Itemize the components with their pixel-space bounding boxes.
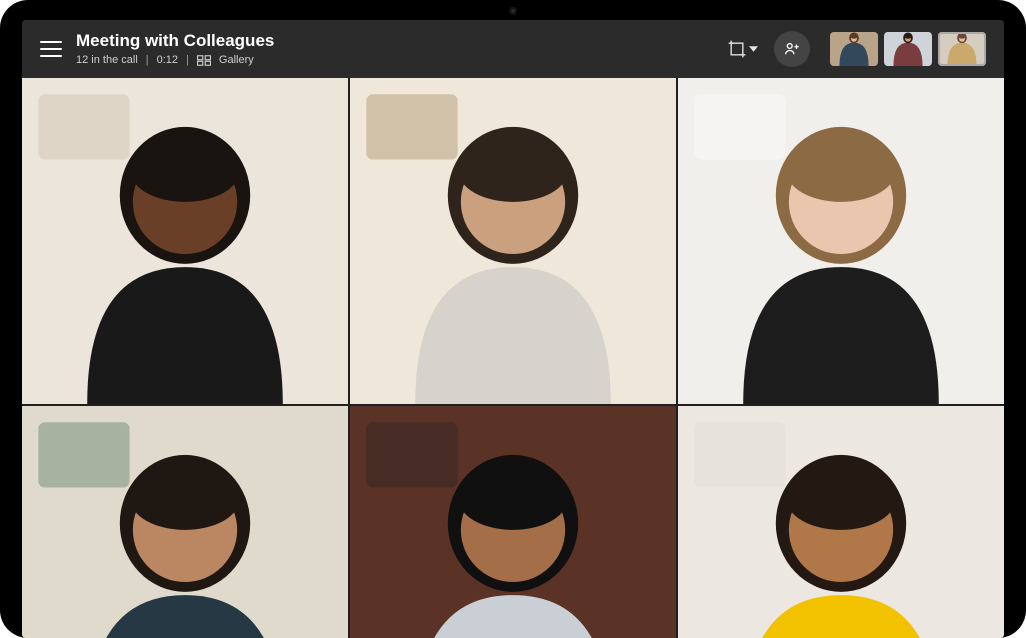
participant-tile[interactable] — [22, 78, 348, 404]
meeting-subline: 12 in the call | 0:12 | Gallery — [76, 54, 274, 67]
view-mode-label[interactable]: Gallery — [219, 54, 254, 67]
overflow-thumbnail[interactable] — [884, 32, 932, 66]
participant-count: 12 in the call — [76, 54, 138, 67]
crop-view-button[interactable] — [724, 31, 760, 67]
participant-tile[interactable] — [350, 78, 676, 404]
meeting-title: Meeting with Colleagues — [76, 31, 274, 51]
top-bar: Meeting with Colleagues 12 in the call |… — [22, 20, 1004, 78]
overflow-thumbnails — [830, 32, 986, 66]
participant-tile[interactable] — [350, 406, 676, 638]
video-grid — [22, 78, 1004, 638]
webcam-dot — [509, 7, 517, 15]
participant-tile[interactable] — [678, 406, 1004, 638]
elapsed-time: 0:12 — [157, 54, 178, 67]
app-window: Meeting with Colleagues 12 in the call |… — [22, 20, 1004, 638]
separator: | — [146, 54, 149, 67]
separator: | — [186, 54, 189, 67]
overflow-thumbnail[interactable] — [830, 32, 878, 66]
participant-tile[interactable] — [22, 406, 348, 638]
add-participant-button[interactable] — [774, 31, 810, 67]
menu-button[interactable] — [40, 41, 62, 57]
participant-tile[interactable] — [678, 78, 1004, 404]
gallery-icon — [197, 55, 211, 66]
title-block: Meeting with Colleagues 12 in the call |… — [76, 31, 274, 67]
device-frame: Meeting with Colleagues 12 in the call |… — [0, 0, 1026, 638]
overflow-thumbnail[interactable] — [938, 32, 986, 66]
